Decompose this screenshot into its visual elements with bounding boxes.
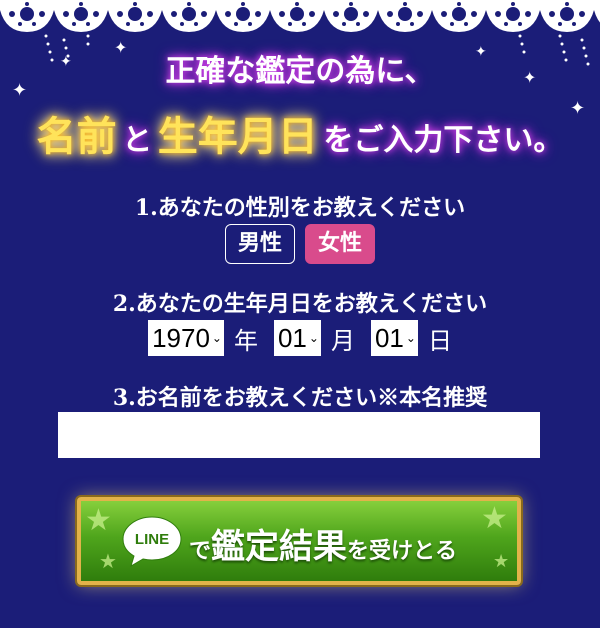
star-icon: ★ [99, 549, 117, 573]
name-question-label: 3.お名前をお教えください※本名推奨 [112, 385, 488, 411]
month-unit-label: 月 [330, 326, 355, 355]
month-select[interactable]: 01 ⌄ [273, 320, 321, 356]
gender-options: 男性 女性 [0, 224, 600, 264]
year-value: 1970 [152, 323, 210, 353]
year-unit-label: 年 [233, 326, 258, 355]
cta-small: を受けとる [347, 538, 458, 564]
month-value: 01 [277, 323, 307, 353]
headline-birth-word: 生年月日 [157, 113, 318, 160]
headline-line1: 正確な鑑定の為に、 [165, 54, 435, 89]
gender-question-label: 1.あなたの性別をお教えください [134, 195, 466, 221]
headline-line2: 名前 と 生年月日 をご入力下さい。 [0, 104, 600, 162]
line-logo-text: LINE [135, 531, 169, 548]
day-select[interactable]: 01 ⌄ [370, 320, 418, 356]
chevron-down-icon: ⌄ [211, 331, 222, 345]
gender-male-button[interactable]: 男性 [224, 224, 295, 264]
day-value: 01 [374, 323, 404, 353]
chevron-down-icon: ⌄ [308, 331, 319, 345]
line-logo-icon: LINE [122, 516, 182, 567]
name-input[interactable] [58, 412, 540, 458]
cta-de: で [189, 538, 212, 564]
gender-female-button[interactable]: 女性 [305, 224, 376, 264]
cta-big: 鑑定結果 [211, 527, 348, 567]
headline-tail: をご入力下さい。 [323, 123, 564, 158]
chevron-down-icon: ⌄ [405, 331, 416, 345]
star-icon: ★ [481, 501, 508, 536]
headline-name-word: 名前 [36, 113, 117, 160]
headline-and-word: と [122, 123, 153, 158]
star-icon: ★ [85, 503, 112, 538]
cta-label: で鑑定結果を受けとる [189, 519, 457, 568]
star-icon: ★ [493, 551, 510, 572]
birthdate-selectors: 1970 ⌄ 年 01 ⌄ 月 01 ⌄ 日 [0, 320, 600, 356]
line-submit-button[interactable]: ★ ★ ★ ★ LINE で鑑定結果を受けとる [77, 497, 521, 585]
day-unit-label: 日 [427, 326, 452, 355]
year-select[interactable]: 1970 ⌄ [148, 320, 224, 356]
birthdate-question-label: 2.あなたの生年月日をお教えください [112, 291, 488, 317]
